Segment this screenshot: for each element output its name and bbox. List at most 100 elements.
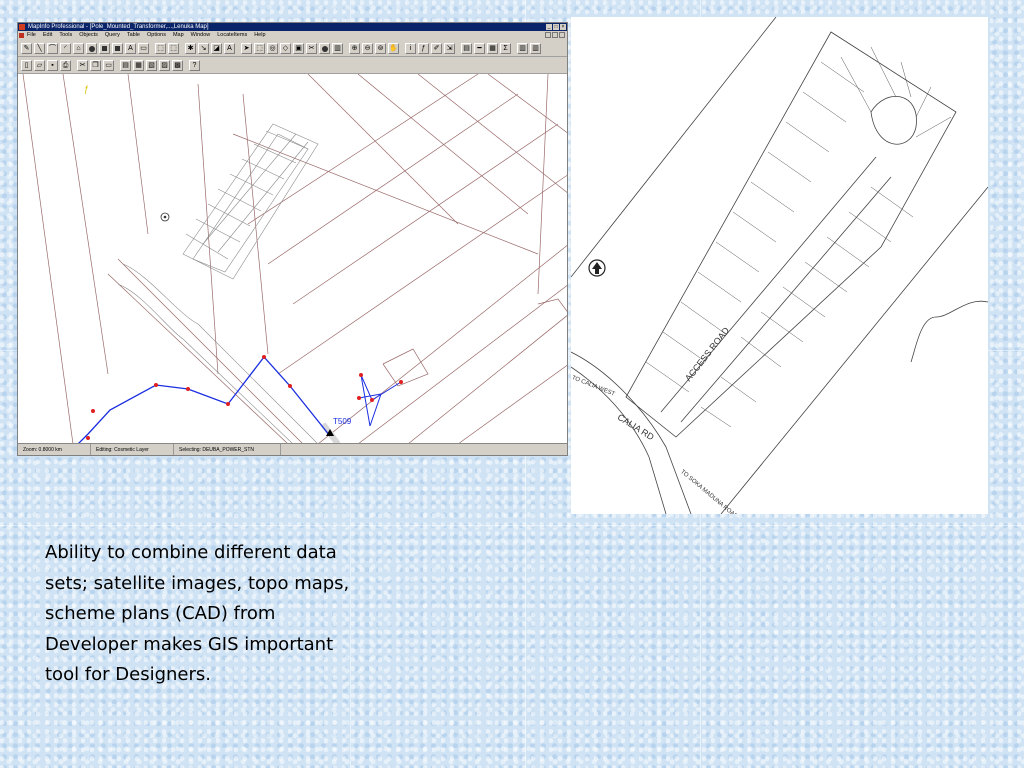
text-tool-icon[interactable]: A: [125, 42, 136, 54]
parcel-lines: [22, 74, 567, 444]
drag-window-icon[interactable]: ⇲: [444, 42, 455, 54]
zoom-in-icon[interactable]: ⊕: [349, 42, 360, 54]
menu-tools[interactable]: Tools: [59, 31, 72, 40]
app-icon: [19, 24, 25, 30]
region-style-icon[interactable]: ◪: [211, 42, 222, 54]
line-tool-icon[interactable]: ╲: [34, 42, 45, 54]
menu-map[interactable]: Map: [173, 31, 184, 40]
open-table-icon[interactable]: ▱: [34, 59, 45, 71]
arc-tool-icon[interactable]: ◜: [60, 42, 71, 54]
set-target-icon[interactable]: ▥: [517, 42, 528, 54]
editing-status[interactable]: Editing: Cosmetic Layer: [91, 444, 174, 455]
ruler-icon[interactable]: ━: [474, 42, 485, 54]
add-node-tool-icon[interactable]: ⬚: [168, 42, 179, 54]
new-browser-icon[interactable]: ▤: [120, 59, 131, 71]
reshape-tool-icon[interactable]: ⬚: [155, 42, 166, 54]
symbol-style-icon[interactable]: ✱: [185, 42, 196, 54]
symbol-tool-icon[interactable]: ✎: [21, 42, 32, 54]
north-arrow-icon: [160, 212, 170, 222]
close-icon[interactable]: ×: [560, 24, 566, 30]
hotlink-icon[interactable]: ƒ: [418, 42, 429, 54]
document-controls: [545, 32, 565, 38]
caption-text: Ability to combine different data sets; …: [45, 542, 350, 685]
building-outlines: [117, 123, 319, 444]
info-tool-icon[interactable]: i: [405, 42, 416, 54]
service-line[interactable]: [358, 393, 382, 427]
menu-objects[interactable]: Objects: [79, 31, 98, 40]
polygon-tool-icon[interactable]: ⌂: [73, 42, 84, 54]
invert-select-icon[interactable]: ▥: [332, 42, 343, 54]
copy-icon[interactable]: ❐: [90, 59, 101, 71]
map-view[interactable]: ƒ T509: [18, 74, 567, 444]
minimize-icon[interactable]: _: [546, 24, 552, 30]
select-tool-icon[interactable]: ➤: [241, 42, 252, 54]
map-canvas[interactable]: ƒ: [18, 74, 567, 444]
calia-road-edge: [571, 351, 692, 514]
redistrict-icon[interactable]: ▩: [172, 59, 183, 71]
menu-edit[interactable]: Edit: [43, 31, 52, 40]
selecting-status[interactable]: Selecting: DEUBA_POWER_STN: [174, 444, 281, 455]
cul-de-sac: [870, 96, 917, 145]
standard-toolbar: ▯ ▱ ▪ ⎙ ✂ ❐ ▭ ▤ ▦ ▧ ▨ ▩ ?: [18, 57, 567, 74]
frame-tool-icon[interactable]: ▭: [138, 42, 149, 54]
boundary-line: [720, 186, 988, 514]
cut-icon[interactable]: ✂: [77, 59, 88, 71]
help-icon[interactable]: ?: [189, 59, 200, 71]
paste-icon[interactable]: ▭: [103, 59, 114, 71]
tile-line: [0, 525, 1024, 526]
rectangle-tool-icon[interactable]: [99, 42, 110, 54]
menu-query[interactable]: Query: [105, 31, 120, 40]
menu-locateitems[interactable]: LocateItems: [217, 31, 247, 40]
new-mapper-icon[interactable]: ▦: [133, 59, 144, 71]
marquee-select-icon[interactable]: ⬚: [254, 42, 265, 54]
calia-road-edge: [571, 366, 667, 514]
pole-label: T509: [333, 417, 352, 426]
polyline-tool-icon[interactable]: ⌒: [47, 42, 58, 54]
print-icon[interactable]: ⎙: [60, 59, 71, 71]
access-road-edge: [680, 176, 892, 423]
graph-select-icon[interactable]: [319, 42, 330, 54]
polygon-select-icon[interactable]: ◇: [280, 42, 291, 54]
menu-help[interactable]: Help: [254, 31, 265, 40]
easement-line: [910, 300, 988, 363]
ellipse-tool-icon[interactable]: [86, 42, 97, 54]
doc-restore-icon[interactable]: [552, 32, 558, 38]
statistics-icon[interactable]: Σ: [500, 42, 511, 54]
menu-table[interactable]: Table: [127, 31, 140, 40]
new-grapher-icon[interactable]: ▧: [146, 59, 157, 71]
unselect-icon[interactable]: ✂: [306, 42, 317, 54]
menu-window[interactable]: Window: [191, 31, 211, 40]
maximize-icon[interactable]: □: [553, 24, 559, 30]
rounded-rectangle-tool-icon[interactable]: [112, 42, 123, 54]
menu-options[interactable]: Options: [147, 31, 166, 40]
menu-file[interactable]: File: [27, 31, 36, 40]
doc-close-icon[interactable]: [559, 32, 565, 38]
zoom-status[interactable]: Zoom: 0.8000 km: [18, 444, 91, 455]
drawing-toolbar: ✎ ╲ ⌒ ◜ ⌂ A ▭ ⬚ ⬚ ✱ ↘ ◪ A ➤ ⬚ ◎ ◇ ▣ ✂ ▥ …: [18, 40, 567, 57]
boundary-line: [571, 17, 777, 278]
text-style-icon[interactable]: A: [224, 42, 235, 54]
new-layout-icon[interactable]: ▨: [159, 59, 170, 71]
boundary-select-icon[interactable]: ▣: [293, 42, 304, 54]
north-arrow-icon: [588, 259, 606, 277]
doc-minimize-icon[interactable]: [545, 32, 551, 38]
window-titlebar: MapInfo Professional - [Pole_Mounted_Tra…: [18, 23, 567, 31]
line-style-icon[interactable]: ↘: [198, 42, 209, 54]
status-bar: Zoom: 0.8000 km Editing: Cosmetic Layer …: [18, 443, 567, 455]
plan-drawing: [571, 17, 988, 514]
label-tool-icon[interactable]: ✐: [431, 42, 442, 54]
zoom-out-icon[interactable]: ⊖: [362, 42, 373, 54]
radius-select-icon[interactable]: ◎: [267, 42, 278, 54]
cad-scheme-plan: CALIA RD ACCESS ROAD TO CALIA WEST TO SO…: [571, 17, 988, 514]
subdivision-outline: [625, 31, 957, 438]
clear-target-icon[interactable]: ▥: [530, 42, 541, 54]
new-table-icon[interactable]: ▯: [21, 59, 32, 71]
save-icon[interactable]: ▪: [47, 59, 58, 71]
menu-bar: File Edit Tools Objects Query Table Opti…: [18, 31, 567, 40]
pan-tool-icon[interactable]: ✋: [388, 42, 399, 54]
change-view-icon[interactable]: ⊚: [375, 42, 386, 54]
power-line[interactable]: [77, 355, 331, 444]
layer-control-icon[interactable]: ▤: [461, 42, 472, 54]
legend-icon[interactable]: ▦: [487, 42, 498, 54]
cursor-icon: ƒ: [84, 84, 89, 94]
